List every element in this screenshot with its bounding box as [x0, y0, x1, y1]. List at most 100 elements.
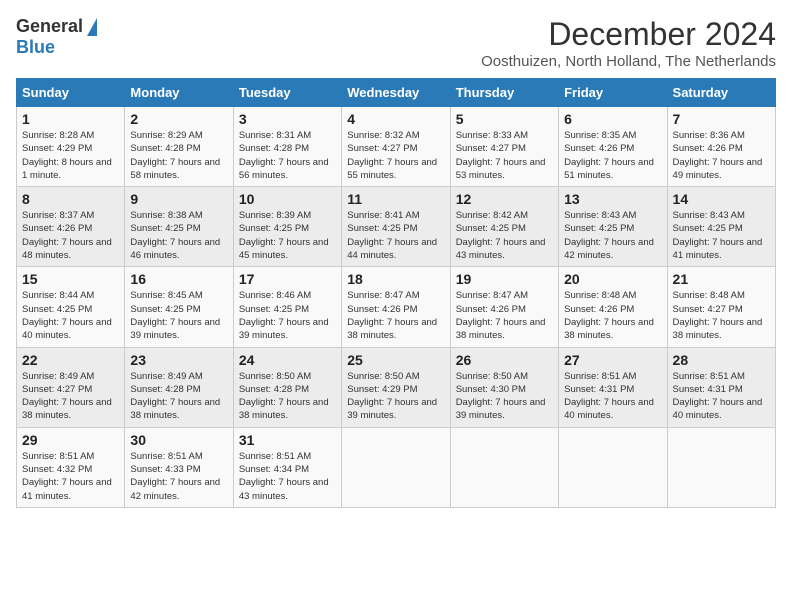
- day-info: Sunrise: 8:51 AM Sunset: 4:32 PM Dayligh…: [22, 450, 119, 503]
- calendar-cell: 8 Sunrise: 8:37 AM Sunset: 4:26 PM Dayli…: [17, 187, 125, 267]
- day-number: 22: [22, 352, 119, 368]
- logo-general-text: General: [16, 16, 83, 37]
- day-number: 8: [22, 191, 119, 207]
- day-info: Sunrise: 8:32 AM Sunset: 4:27 PM Dayligh…: [347, 129, 444, 182]
- calendar-week-3: 15 Sunrise: 8:44 AM Sunset: 4:25 PM Dayl…: [17, 267, 776, 347]
- day-number: 4: [347, 111, 444, 127]
- day-number: 11: [347, 191, 444, 207]
- day-info: Sunrise: 8:29 AM Sunset: 4:28 PM Dayligh…: [130, 129, 227, 182]
- col-header-saturday: Saturday: [667, 79, 775, 107]
- calendar-cell: 14 Sunrise: 8:43 AM Sunset: 4:25 PM Dayl…: [667, 187, 775, 267]
- header-row: SundayMondayTuesdayWednesdayThursdayFrid…: [17, 79, 776, 107]
- day-info: Sunrise: 8:35 AM Sunset: 4:26 PM Dayligh…: [564, 129, 661, 182]
- day-info: Sunrise: 8:51 AM Sunset: 4:33 PM Dayligh…: [130, 450, 227, 503]
- calendar-cell: 13 Sunrise: 8:43 AM Sunset: 4:25 PM Dayl…: [559, 187, 667, 267]
- calendar-cell: 1 Sunrise: 8:28 AM Sunset: 4:29 PM Dayli…: [17, 107, 125, 187]
- calendar-cell: 27 Sunrise: 8:51 AM Sunset: 4:31 PM Dayl…: [559, 347, 667, 427]
- logo-triangle-icon: [87, 18, 97, 36]
- calendar-cell: 6 Sunrise: 8:35 AM Sunset: 4:26 PM Dayli…: [559, 107, 667, 187]
- day-info: Sunrise: 8:50 AM Sunset: 4:28 PM Dayligh…: [239, 370, 336, 423]
- day-number: 6: [564, 111, 661, 127]
- calendar-cell: 18 Sunrise: 8:47 AM Sunset: 4:26 PM Dayl…: [342, 267, 450, 347]
- day-info: Sunrise: 8:28 AM Sunset: 4:29 PM Dayligh…: [22, 129, 119, 182]
- day-number: 18: [347, 271, 444, 287]
- calendar-cell: 21 Sunrise: 8:48 AM Sunset: 4:27 PM Dayl…: [667, 267, 775, 347]
- day-number: 10: [239, 191, 336, 207]
- day-info: Sunrise: 8:48 AM Sunset: 4:27 PM Dayligh…: [673, 289, 770, 342]
- col-header-sunday: Sunday: [17, 79, 125, 107]
- day-info: Sunrise: 8:47 AM Sunset: 4:26 PM Dayligh…: [347, 289, 444, 342]
- calendar-cell: 10 Sunrise: 8:39 AM Sunset: 4:25 PM Dayl…: [233, 187, 341, 267]
- day-info: Sunrise: 8:47 AM Sunset: 4:26 PM Dayligh…: [456, 289, 553, 342]
- calendar-cell: 30 Sunrise: 8:51 AM Sunset: 4:33 PM Dayl…: [125, 427, 233, 507]
- day-number: 16: [130, 271, 227, 287]
- day-info: Sunrise: 8:43 AM Sunset: 4:25 PM Dayligh…: [673, 209, 770, 262]
- day-number: 27: [564, 352, 661, 368]
- day-info: Sunrise: 8:44 AM Sunset: 4:25 PM Dayligh…: [22, 289, 119, 342]
- calendar-cell: 31 Sunrise: 8:51 AM Sunset: 4:34 PM Dayl…: [233, 427, 341, 507]
- calendar-cell: 2 Sunrise: 8:29 AM Sunset: 4:28 PM Dayli…: [125, 107, 233, 187]
- logo: General Blue: [16, 16, 97, 58]
- calendar-cell: 20 Sunrise: 8:48 AM Sunset: 4:26 PM Dayl…: [559, 267, 667, 347]
- calendar-cell: 16 Sunrise: 8:45 AM Sunset: 4:25 PM Dayl…: [125, 267, 233, 347]
- day-number: 23: [130, 352, 227, 368]
- day-info: Sunrise: 8:38 AM Sunset: 4:25 PM Dayligh…: [130, 209, 227, 262]
- calendar-cell: 4 Sunrise: 8:32 AM Sunset: 4:27 PM Dayli…: [342, 107, 450, 187]
- day-info: Sunrise: 8:48 AM Sunset: 4:26 PM Dayligh…: [564, 289, 661, 342]
- calendar-table: SundayMondayTuesdayWednesdayThursdayFrid…: [16, 78, 776, 508]
- day-number: 24: [239, 352, 336, 368]
- calendar-cell: 15 Sunrise: 8:44 AM Sunset: 4:25 PM Dayl…: [17, 267, 125, 347]
- day-number: 19: [456, 271, 553, 287]
- logo-blue-text: Blue: [16, 37, 55, 58]
- day-info: Sunrise: 8:31 AM Sunset: 4:28 PM Dayligh…: [239, 129, 336, 182]
- day-number: 9: [130, 191, 227, 207]
- calendar-cell: 3 Sunrise: 8:31 AM Sunset: 4:28 PM Dayli…: [233, 107, 341, 187]
- day-number: 20: [564, 271, 661, 287]
- col-header-friday: Friday: [559, 79, 667, 107]
- day-number: 15: [22, 271, 119, 287]
- calendar-cell: 7 Sunrise: 8:36 AM Sunset: 4:26 PM Dayli…: [667, 107, 775, 187]
- day-number: 3: [239, 111, 336, 127]
- calendar-cell: 28 Sunrise: 8:51 AM Sunset: 4:31 PM Dayl…: [667, 347, 775, 427]
- day-info: Sunrise: 8:51 AM Sunset: 4:31 PM Dayligh…: [564, 370, 661, 423]
- col-header-monday: Monday: [125, 79, 233, 107]
- day-number: 31: [239, 432, 336, 448]
- day-info: Sunrise: 8:49 AM Sunset: 4:27 PM Dayligh…: [22, 370, 119, 423]
- day-number: 5: [456, 111, 553, 127]
- calendar-cell: 12 Sunrise: 8:42 AM Sunset: 4:25 PM Dayl…: [450, 187, 558, 267]
- calendar-cell: 26 Sunrise: 8:50 AM Sunset: 4:30 PM Dayl…: [450, 347, 558, 427]
- calendar-week-2: 8 Sunrise: 8:37 AM Sunset: 4:26 PM Dayli…: [17, 187, 776, 267]
- calendar-cell: 29 Sunrise: 8:51 AM Sunset: 4:32 PM Dayl…: [17, 427, 125, 507]
- day-info: Sunrise: 8:50 AM Sunset: 4:29 PM Dayligh…: [347, 370, 444, 423]
- day-info: Sunrise: 8:51 AM Sunset: 4:31 PM Dayligh…: [673, 370, 770, 423]
- calendar-cell: 5 Sunrise: 8:33 AM Sunset: 4:27 PM Dayli…: [450, 107, 558, 187]
- day-number: 26: [456, 352, 553, 368]
- calendar-cell: 22 Sunrise: 8:49 AM Sunset: 4:27 PM Dayl…: [17, 347, 125, 427]
- calendar-cell: [450, 427, 558, 507]
- calendar-cell: [342, 427, 450, 507]
- day-info: Sunrise: 8:43 AM Sunset: 4:25 PM Dayligh…: [564, 209, 661, 262]
- day-number: 12: [456, 191, 553, 207]
- day-info: Sunrise: 8:37 AM Sunset: 4:26 PM Dayligh…: [22, 209, 119, 262]
- day-number: 14: [673, 191, 770, 207]
- calendar-week-4: 22 Sunrise: 8:49 AM Sunset: 4:27 PM Dayl…: [17, 347, 776, 427]
- day-info: Sunrise: 8:33 AM Sunset: 4:27 PM Dayligh…: [456, 129, 553, 182]
- day-info: Sunrise: 8:51 AM Sunset: 4:34 PM Dayligh…: [239, 450, 336, 503]
- calendar-cell: 11 Sunrise: 8:41 AM Sunset: 4:25 PM Dayl…: [342, 187, 450, 267]
- col-header-wednesday: Wednesday: [342, 79, 450, 107]
- col-header-tuesday: Tuesday: [233, 79, 341, 107]
- day-number: 17: [239, 271, 336, 287]
- location-title: Oosthuizen, North Holland, The Netherlan…: [481, 53, 776, 70]
- day-number: 29: [22, 432, 119, 448]
- calendar-week-5: 29 Sunrise: 8:51 AM Sunset: 4:32 PM Dayl…: [17, 427, 776, 507]
- page-header: General Blue December 2024 Oosthuizen, N…: [16, 16, 776, 70]
- day-number: 21: [673, 271, 770, 287]
- day-info: Sunrise: 8:49 AM Sunset: 4:28 PM Dayligh…: [130, 370, 227, 423]
- calendar-cell: [559, 427, 667, 507]
- month-title: December 2024: [481, 16, 776, 53]
- title-block: December 2024 Oosthuizen, North Holland,…: [481, 16, 776, 70]
- day-info: Sunrise: 8:36 AM Sunset: 4:26 PM Dayligh…: [673, 129, 770, 182]
- day-number: 7: [673, 111, 770, 127]
- day-info: Sunrise: 8:42 AM Sunset: 4:25 PM Dayligh…: [456, 209, 553, 262]
- calendar-cell: 19 Sunrise: 8:47 AM Sunset: 4:26 PM Dayl…: [450, 267, 558, 347]
